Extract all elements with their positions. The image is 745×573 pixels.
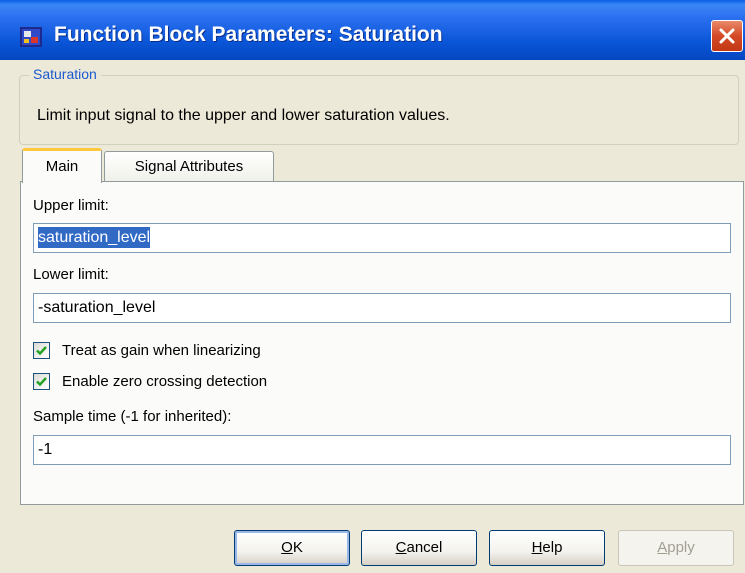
upper-limit-input[interactable]: saturation_level: [33, 223, 731, 253]
apply-button-mnemonic: A: [657, 539, 668, 556]
tab-signal-attributes-label: Signal Attributes: [134, 158, 244, 175]
cancel-button-mnemonic: C: [395, 539, 407, 556]
help-button-label: elp: [542, 539, 563, 556]
title-bar[interactable]: Function Block Parameters: Saturation: [0, 0, 745, 60]
upper-limit-value: saturation_level: [38, 227, 151, 248]
apply-button-label: pply: [667, 539, 695, 556]
tab-main-label: Main: [45, 158, 79, 175]
cancel-button[interactable]: Cancel: [361, 530, 477, 566]
sample-time-input[interactable]: -1: [33, 435, 731, 465]
close-button[interactable]: [711, 20, 743, 52]
window-title: Function Block Parameters: Saturation: [54, 23, 443, 46]
sample-time-value: -1: [38, 441, 53, 458]
zero-crossing-checkbox[interactable]: [33, 372, 50, 390]
cancel-button-label: ancel: [406, 539, 443, 556]
zero-crossing-label: Enable zero crossing detection: [62, 372, 268, 390]
treat-as-gain-option[interactable]: Treat as gain when linearizing: [33, 340, 261, 360]
ok-button-mnemonic: O: [281, 539, 293, 556]
sample-time-label: Sample time (-1 for inherited):: [33, 408, 232, 425]
tab-main[interactable]: Main: [22, 148, 102, 183]
lower-limit-value: -saturation_level: [38, 299, 156, 316]
simulink-block-icon: [20, 27, 42, 47]
help-button[interactable]: Help: [489, 530, 605, 566]
zero-crossing-option[interactable]: Enable zero crossing detection: [33, 371, 267, 391]
apply-button[interactable]: Apply: [618, 530, 734, 566]
upper-limit-label: Upper limit:: [33, 197, 109, 214]
tab-signal-attributes[interactable]: Signal Attributes: [104, 151, 274, 182]
block-description: Limit input signal to the upper and lowe…: [37, 107, 450, 124]
treat-as-gain-label: Treat as gain when linearizing: [62, 341, 261, 359]
ok-button-label: K: [292, 539, 303, 556]
treat-as-gain-checkbox[interactable]: [33, 341, 50, 359]
group-legend: Saturation: [29, 66, 101, 82]
lower-limit-label: Lower limit:: [33, 266, 109, 283]
dialog-window: Function Block Parameters: Saturation Sa…: [0, 0, 745, 573]
lower-limit-input[interactable]: -saturation_level: [33, 293, 731, 323]
help-button-mnemonic: H: [531, 539, 543, 556]
ok-button[interactable]: OK: [234, 530, 350, 566]
